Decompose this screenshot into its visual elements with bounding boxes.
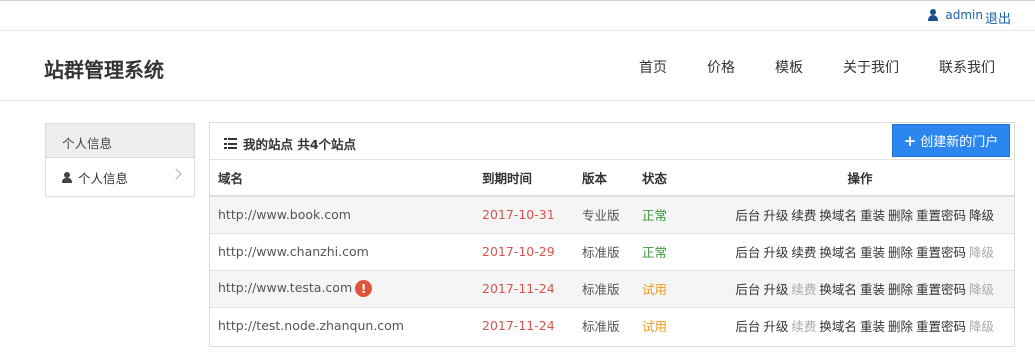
domain-link[interactable]: http://test.node.zhanqun.com	[218, 318, 404, 333]
action-link[interactable]: 后台	[735, 319, 760, 334]
nav-templates[interactable]: 模板	[775, 57, 803, 77]
actions-cell: 后台 升级 续费 换域名 重装 删除 重置密码 降级	[706, 232, 1014, 270]
action-link[interactable]: 升级	[763, 245, 788, 260]
create-portal-button[interactable]: + 创建新的门户	[892, 124, 1010, 157]
action-link: 降级	[968, 282, 994, 297]
domain-cell: http://test.node.zhanqun.com	[210, 306, 474, 344]
action-link[interactable]: 重装	[860, 282, 885, 297]
list-icon	[224, 138, 237, 149]
action-link[interactable]: 续费	[791, 245, 816, 260]
status-badge: 正常	[634, 195, 706, 233]
expiry-date: 2017-11-24	[474, 269, 574, 307]
expiry-date: 2017-10-31	[474, 195, 574, 233]
action-link[interactable]: 重置密码	[916, 245, 966, 260]
status-badge: 试用	[634, 269, 706, 307]
panel-title: 我的站点 共4个站点	[224, 134, 356, 153]
col-expiry: 到期时间	[474, 160, 574, 197]
nav-pricing[interactable]: 价格	[707, 57, 735, 77]
panel-header: 我的站点 共4个站点 + 创建新的门户	[210, 123, 1014, 160]
action-link[interactable]: 升级	[763, 282, 788, 297]
action-link[interactable]: 重装	[860, 319, 885, 334]
version-cell: 专业版	[574, 195, 634, 233]
action-link[interactable]: 换域名	[819, 245, 857, 260]
col-actions: 操作	[706, 160, 1014, 197]
version-cell: 标准版	[574, 232, 634, 270]
action-link: 降级	[968, 319, 994, 335]
logout-link[interactable]: 退出	[985, 8, 1011, 27]
version-cell: 标准版	[574, 306, 634, 344]
action-link[interactable]: 删除	[888, 208, 913, 223]
sidebar: 个人信息 个人信息	[45, 123, 195, 197]
nav-contact[interactable]: 联系我们	[939, 57, 995, 77]
expiry-date: 2017-11-24	[474, 306, 574, 344]
domain-cell: http://www.testa.com!	[210, 269, 474, 307]
sidebar-title: 个人信息	[46, 124, 194, 158]
chevron-right-icon	[170, 168, 182, 180]
plus-icon: +	[903, 131, 917, 150]
brand-title[interactable]: 站群管理系统	[44, 54, 164, 83]
action-link[interactable]: 重置密码	[916, 319, 966, 334]
header: 站群管理系统 首页 价格 模板 关于我们 联系我们	[0, 31, 1035, 101]
table-row: http://www.book.com 2017-10-31 专业版 正常 后台 升级 续费…	[210, 195, 1014, 233]
actions-cell: 后台 升级 续费 换域名 重装 删除 重置密码 降级	[706, 269, 1014, 307]
sidebar-item-profile[interactable]: 个人信息	[46, 158, 194, 196]
domain-link[interactable]: http://www.book.com	[218, 207, 351, 222]
panel-title-text: 我的站点 共4个站点	[243, 137, 357, 152]
action-link[interactable]: 删除	[888, 245, 913, 260]
action-link[interactable]: 重装	[860, 208, 885, 223]
nav-home[interactable]: 首页	[639, 57, 667, 77]
action-link[interactable]: 换域名	[819, 208, 857, 223]
action-link: 续费	[791, 319, 817, 335]
action-link[interactable]: 升级	[763, 319, 788, 334]
action-link[interactable]: 后台	[735, 245, 760, 260]
action-link[interactable]: 升级	[763, 208, 788, 223]
action-link[interactable]: 重装	[860, 245, 885, 260]
action-link[interactable]: 重置密码	[916, 208, 966, 223]
col-status: 状态	[634, 160, 706, 197]
sites-panel: 我的站点 共4个站点 + 创建新的门户 域名 到期时间 版本 状态 操作 htt…	[209, 122, 1015, 347]
user-link[interactable]: admin	[927, 8, 983, 22]
exclamation-circle-icon[interactable]: !	[355, 280, 373, 297]
action-link[interactable]: 降级	[969, 208, 994, 223]
action-link[interactable]: 换域名	[819, 282, 857, 297]
actions-cell: 后台 升级 续费 换域名 重装 删除 重置密码 降级	[706, 195, 1014, 233]
table-row: http://www.testa.com! 2017-11-24 标准版 试用 后台 升级…	[210, 269, 1014, 307]
action-link[interactable]: 重置密码	[916, 282, 966, 297]
top-bar: admin 退出	[0, 0, 1035, 31]
action-link[interactable]: 后台	[735, 208, 760, 223]
table-header-row: 域名 到期时间 版本 状态 操作	[210, 160, 1014, 197]
sites-table: 域名 到期时间 版本 状态 操作 http://www.book.com 2017…	[210, 160, 1014, 344]
user-icon	[927, 9, 939, 21]
expiry-date: 2017-10-29	[474, 232, 574, 270]
action-link: 续费	[791, 282, 817, 297]
table-row: http://test.node.zhanqun.com 2017-11-24 标准…	[210, 306, 1014, 344]
version-cell: 标准版	[574, 269, 634, 307]
table-row: http://www.chanzhi.com 2017-10-29 标准版 正常 后台升…	[210, 232, 1014, 270]
action-link: 降级	[968, 245, 994, 260]
action-link[interactable]: 删除	[888, 319, 913, 334]
domain-cell: http://www.chanzhi.com	[210, 232, 474, 270]
domain-cell: http://www.book.com	[210, 195, 474, 233]
action-link[interactable]: 后台	[735, 282, 760, 297]
col-domain: 域名	[210, 160, 474, 197]
sidebar-item-label: 个人信息	[78, 170, 129, 186]
col-version: 版本	[574, 160, 634, 197]
create-portal-label: 创建新的门户	[920, 135, 999, 150]
user-icon	[62, 171, 72, 183]
domain-link[interactable]: http://www.chanzhi.com	[218, 244, 369, 259]
actions-cell: 后台 升级 续费 换域名 重装 删除 重置密码 降级	[706, 306, 1014, 344]
domain-link[interactable]: http://www.testa.com	[218, 280, 352, 295]
status-badge: 正常	[634, 232, 706, 270]
main-nav: 首页 价格 模板 关于我们 联系我们	[599, 57, 995, 77]
status-badge: 试用	[634, 306, 706, 344]
nav-about[interactable]: 关于我们	[843, 57, 899, 77]
action-link[interactable]: 续费	[791, 208, 816, 223]
action-link[interactable]: 换域名	[819, 319, 857, 334]
action-link[interactable]: 删除	[888, 282, 913, 297]
username: admin	[945, 8, 983, 22]
